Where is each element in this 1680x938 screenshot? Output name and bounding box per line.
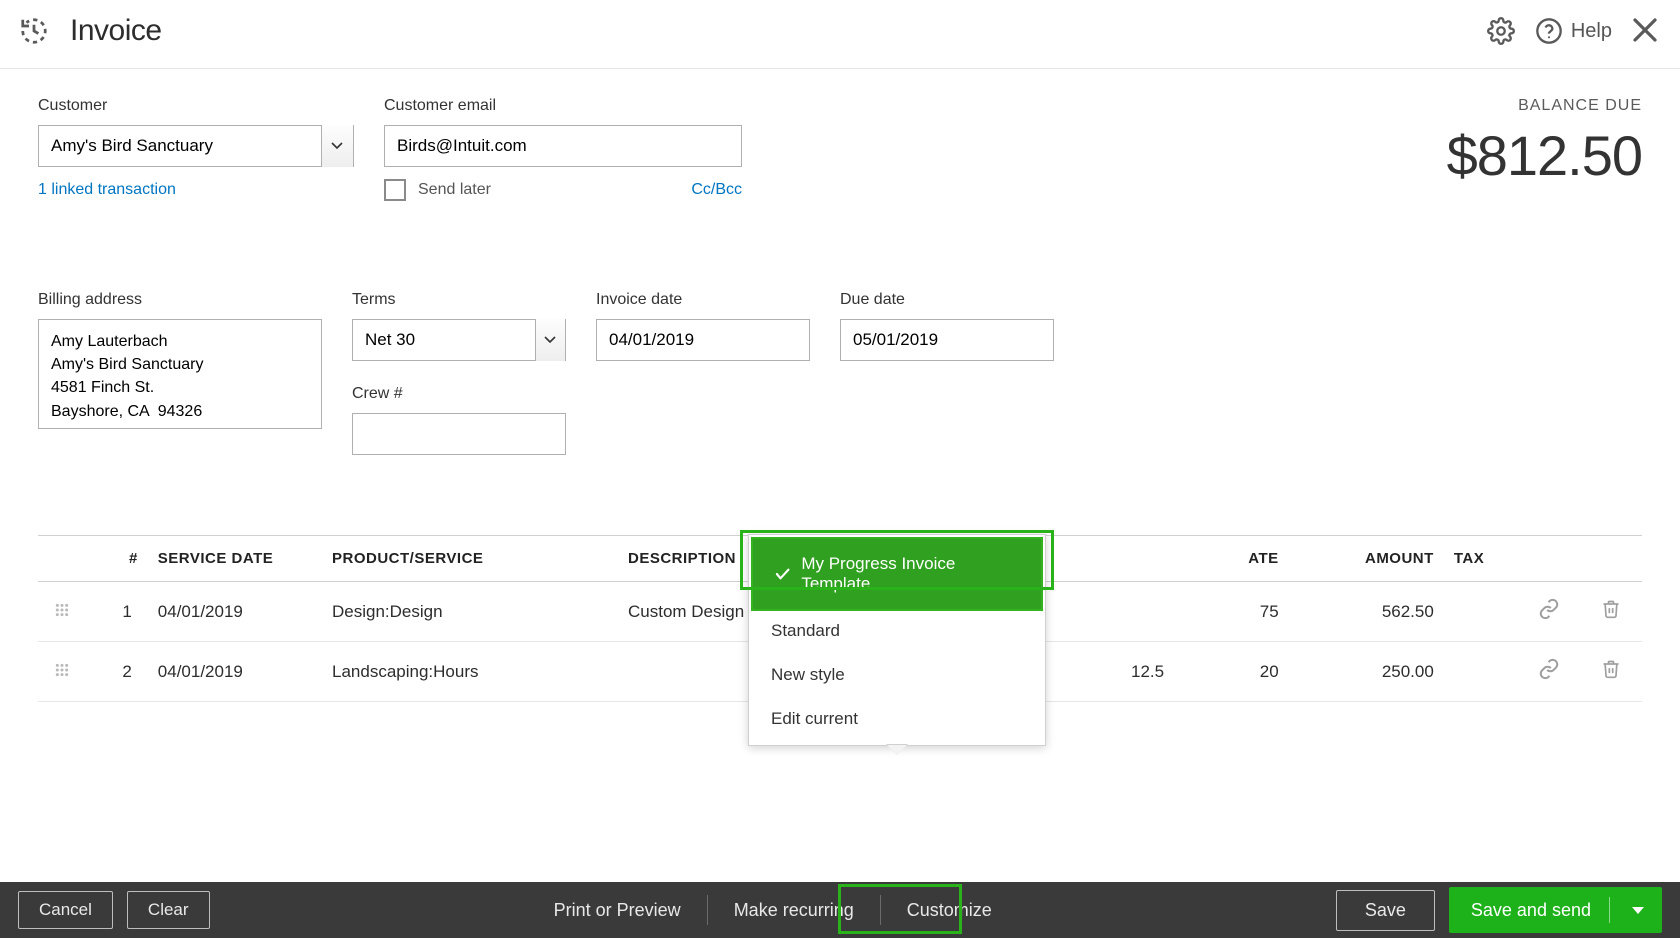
crew-label: Crew # xyxy=(352,385,566,403)
help-button[interactable]: Help xyxy=(1535,17,1612,45)
template-option-label: My Progress Invoice Template xyxy=(801,554,1020,594)
print-preview-button[interactable]: Print or Preview xyxy=(528,882,707,938)
linked-transaction-link[interactable]: 1 linked transaction xyxy=(38,181,354,199)
col-tax: TAX xyxy=(1444,536,1518,582)
cell-num: 2 xyxy=(86,642,148,702)
cell-tax[interactable] xyxy=(1444,642,1518,702)
template-option-my-progress[interactable]: My Progress Invoice Template xyxy=(753,539,1041,609)
col-num: # xyxy=(86,536,148,582)
col-product: PRODUCT/SERVICE xyxy=(322,536,618,582)
cell-service-date[interactable]: 04/01/2019 xyxy=(148,582,322,642)
help-label: Help xyxy=(1571,20,1612,43)
save-and-send-label: Save and send xyxy=(1471,900,1591,921)
invoice-date-label: Invoice date xyxy=(596,291,810,309)
cell-qty[interactable] xyxy=(1043,582,1174,642)
clear-button[interactable]: Clear xyxy=(127,891,210,929)
drag-handle-icon[interactable] xyxy=(38,642,86,702)
template-option-edit-current[interactable]: Edit current xyxy=(753,697,1041,741)
template-option-new-style[interactable]: New style xyxy=(753,653,1041,697)
save-and-send-button[interactable]: Save and send xyxy=(1449,887,1662,933)
col-amount: AMOUNT xyxy=(1289,536,1444,582)
cell-tax[interactable] xyxy=(1444,582,1518,642)
customize-template-popup: My Progress Invoice Template Standard Ne… xyxy=(748,534,1046,746)
terms-label: Terms xyxy=(352,291,566,309)
cell-product[interactable]: Landscaping:Hours xyxy=(322,642,618,702)
billing-address-input[interactable] xyxy=(38,319,322,429)
balance-due-amount: $812.50 xyxy=(1447,123,1642,188)
col-rate: ATE xyxy=(1174,536,1289,582)
chevron-down-icon[interactable] xyxy=(535,319,565,361)
balance-due-label: BALANCE DUE xyxy=(1447,97,1642,115)
cell-num: 1 xyxy=(86,582,148,642)
history-icon[interactable] xyxy=(18,15,50,47)
due-date-input[interactable] xyxy=(840,319,1054,361)
chevron-down-icon[interactable] xyxy=(1632,907,1644,914)
trash-icon[interactable] xyxy=(1601,664,1621,683)
customize-button[interactable]: Customize xyxy=(881,882,1018,938)
terms-input[interactable] xyxy=(353,330,535,350)
cell-rate[interactable]: 75 xyxy=(1174,582,1289,642)
link-icon[interactable] xyxy=(1538,605,1560,624)
close-icon[interactable] xyxy=(1630,15,1660,47)
due-date-label: Due date xyxy=(840,291,1054,309)
make-recurring-button[interactable]: Make recurring xyxy=(708,882,880,938)
trash-icon[interactable] xyxy=(1601,604,1621,623)
customer-email-input[interactable] xyxy=(384,125,742,167)
save-button[interactable]: Save xyxy=(1336,890,1435,931)
customer-email-label: Customer email xyxy=(384,97,742,115)
cancel-button[interactable]: Cancel xyxy=(18,891,113,929)
terms-select[interactable] xyxy=(352,319,566,361)
template-option-standard[interactable]: Standard xyxy=(753,609,1041,653)
ccbcc-link[interactable]: Cc/Bcc xyxy=(691,181,742,199)
customer-input[interactable] xyxy=(39,136,321,156)
cell-amount[interactable]: 250.00 xyxy=(1289,642,1444,702)
chevron-down-icon[interactable] xyxy=(321,125,353,167)
send-later-label: Send later xyxy=(418,181,491,199)
send-later-checkbox[interactable] xyxy=(384,179,406,201)
link-icon[interactable] xyxy=(1538,665,1560,684)
cell-service-date[interactable]: 04/01/2019 xyxy=(148,642,322,702)
cell-product[interactable]: Design:Design xyxy=(322,582,618,642)
col-qty xyxy=(1043,536,1174,582)
cell-qty[interactable]: 12.5 xyxy=(1043,642,1174,702)
billing-address-label: Billing address xyxy=(38,291,322,309)
cell-rate[interactable]: 20 xyxy=(1174,642,1289,702)
footer-bar: Cancel Clear Print or Preview Make recur… xyxy=(0,882,1680,938)
drag-handle-icon[interactable] xyxy=(38,582,86,642)
invoice-date-input[interactable] xyxy=(596,319,810,361)
page-title: Invoice xyxy=(70,14,162,48)
crew-input[interactable] xyxy=(352,413,566,455)
gear-icon[interactable] xyxy=(1485,15,1517,47)
col-service-date: SERVICE DATE xyxy=(148,536,322,582)
customer-select[interactable] xyxy=(38,125,354,167)
customer-label: Customer xyxy=(38,97,354,115)
cell-amount[interactable]: 562.50 xyxy=(1289,582,1444,642)
